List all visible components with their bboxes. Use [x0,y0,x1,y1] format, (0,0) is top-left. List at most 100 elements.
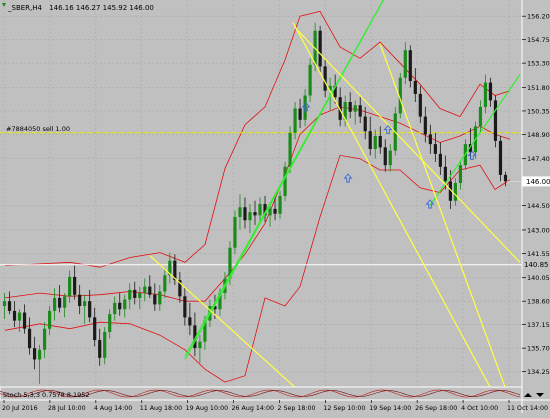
candle-body [93,317,97,341]
candle-body [2,301,7,307]
price-tick-label: 135.70 [527,345,550,353]
candle-body [418,93,422,117]
candle-body [288,132,292,167]
candle-body [498,140,503,175]
time-tick-label: 26 Sep 18:00 [415,405,457,412]
candle-body [458,165,463,183]
candle-body [12,310,17,321]
candle-body [113,302,117,315]
candle-body [433,144,437,154]
candle-body [363,116,367,132]
chart-symbol: _SBER,H4 [7,4,43,12]
order-label[interactable]: #7884050 sell 1.00 [6,125,70,133]
time-tick-label: 28 Jul 10:00 [48,405,86,412]
time-tick-label: 4 Aug 14:00 [94,405,132,412]
candle-body [483,82,488,107]
price-tick-label: 137.15 [527,321,550,329]
candle-body [83,301,87,307]
candle-body [293,108,297,133]
candle-body [98,340,102,358]
candle-body [128,289,132,300]
candle-body [308,64,312,96]
candle-body [78,294,82,307]
candle-body [318,30,322,67]
price-tick-label: 153.30 [527,60,550,68]
time-tick-label: 4 Oct 10:00 [461,405,498,412]
candle-body [488,82,493,101]
candle-body [373,136,377,149]
candle-body [388,150,392,166]
candle-body [88,301,92,318]
candle-body [68,276,72,297]
candle-body [443,166,447,182]
price-tick-label: 141.55 [527,250,550,258]
candle-body [273,208,277,214]
candle-body [353,105,357,112]
candle-body [248,212,252,221]
candle-body [253,212,257,216]
time-tick-label: 11 Oct 14:00 [507,405,548,412]
candle-body [53,297,57,311]
price-chart[interactable]: Stoch 5,3,3 0.7578 8.1952 156.20 154.75 15… [0,0,550,413]
price-tick-label: 134.25 [527,368,550,376]
candle-body [58,297,62,308]
time-tick-label: 12 Sep 10:00 [323,405,365,412]
candle-body [22,312,27,329]
candle-body [403,50,407,78]
candle-body [123,299,127,310]
time-tick-label: 20 Jul 2016 [2,405,38,412]
candle-body [238,207,242,217]
price-tick-label: 150.35 [527,107,550,115]
candle-body [258,204,262,216]
candle-body [408,50,412,81]
candle-body [378,136,382,148]
price-tick-label: 154.75 [527,36,550,44]
candle-body [278,195,282,214]
candle-body [17,312,22,321]
candle-body [478,106,483,127]
candle-body [118,302,122,310]
candle-body [42,328,47,350]
time-tick-label: 19 Aug 10:00 [186,405,228,412]
indicator-label: Stoch 5,3,3 0.7578 8.1952 [3,391,90,399]
candle-body [358,105,362,117]
svg-text:_SBER,H4 146.16 146.27 1: _SBER,H4 146.16 146.27 145.92 146.00 [7,4,154,12]
candle-body [413,80,417,94]
time-tick-label: 11 Aug 18:00 [140,405,182,412]
candle-body [428,134,432,145]
price-tick-label: 138.60 [527,298,550,306]
candle-body [268,208,272,216]
candle-body [153,294,157,305]
time-tick-label: 19 Sep 14:00 [369,405,411,412]
candle-body [423,116,427,135]
candle-body [138,293,142,298]
candle-body [47,310,52,329]
candle-body [243,207,247,221]
chart-window[interactable]: Stoch 5,3,3 0.7578 8.1952 156.20 154.75 15… [0,0,550,413]
candle-body [183,296,187,318]
candle-body [37,349,42,360]
chart-ohlc: 146.16 146.27 145.92 146.00 [49,4,154,12]
candle-body [32,348,37,360]
candle-body [158,291,162,305]
candle-body [503,174,508,182]
candle-body [323,66,327,91]
candle-body [368,131,372,149]
current-price-label: 146.00 [526,178,550,186]
time-tick-label: 2 Sep 18:00 [277,405,315,412]
candle-body [27,328,32,349]
time-tick-label: 26 Aug 14:00 [232,405,274,412]
price-tick-label: 143.00 [527,226,550,234]
candle-body [453,182,457,201]
price-tick-label: 147.40 [527,155,550,163]
price-tick-label: 151.80 [527,84,550,92]
candle-body [163,275,167,292]
candle-body [188,317,192,326]
candle-body [7,301,12,311]
candle-body [493,100,498,141]
candle-body [143,286,147,294]
price-tick-label: 156.20 [527,13,550,21]
candle-body [133,289,137,298]
candle-body [148,286,152,295]
price-tick-label: 144.50 [527,202,550,210]
